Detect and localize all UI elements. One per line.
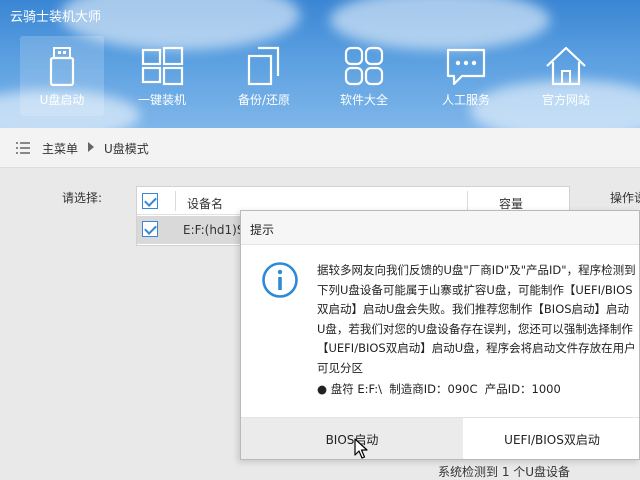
home-icon: [546, 46, 586, 86]
nav-item-one-click-install[interactable]: 一键装机: [120, 36, 204, 116]
nav-label: 人工服务: [441, 93, 490, 107]
dialog-titlebar: 提示: [241, 211, 639, 245]
nav-item-website[interactable]: 官方网站: [524, 36, 608, 116]
dialog-title: 提示: [250, 223, 275, 237]
nav-item-backup-restore[interactable]: 备份/还原: [222, 36, 306, 116]
nav-label: 一键装机: [137, 93, 186, 107]
nav-item-support[interactable]: 人工服务: [424, 36, 508, 116]
message-line: U盘，若我们对您的U盘设备存在误判，您还可以强制选择制作: [317, 321, 633, 336]
dialog-message: 据较多网友向我们反馈的U盘"厂商ID"及"产品ID"，程序检测到 下列U盘设备可能…: [317, 261, 639, 378]
breadcrumb: 主菜单 U盘模式: [0, 128, 640, 168]
main-nav: U盘启动 一键装机 备份/还原 软件大全 人工服务 官方网站: [20, 36, 640, 120]
menu-list-icon: [16, 142, 30, 154]
message-line: 可见分区: [317, 360, 363, 375]
mouse-pointer-icon: [354, 438, 368, 459]
app-header: 云骑士装机大师 U盘启动 一键装机 备份/还原 软件大全 人工服务 官方网站: [0, 0, 640, 128]
app-title: 云骑士装机大师: [10, 10, 102, 25]
operation-info-label: 操作说: [610, 191, 640, 205]
select-all-checkbox[interactable]: [142, 193, 158, 209]
column-header-name: 设备名: [187, 197, 224, 211]
copy-icon: [247, 46, 280, 86]
nav-label: 软件大全: [339, 93, 388, 107]
nav-item-usb-boot[interactable]: U盘启动: [20, 36, 104, 116]
select-label: 请选择:: [62, 191, 103, 205]
nav-item-software[interactable]: 软件大全: [322, 36, 406, 116]
column-divider: [467, 191, 468, 211]
nav-label: 备份/还原: [237, 93, 291, 107]
message-line: 双启动】启动U盘会失败。我们推荐您制作【BIOS启动】启动: [317, 302, 630, 316]
column-divider: [175, 191, 176, 211]
dialog-button-bar: BIOS启动 UEFI/BIOS双启动: [241, 417, 639, 459]
breadcrumb-current: U盘模式: [104, 142, 149, 156]
row-checkbox[interactable]: [142, 221, 158, 237]
bios-boot-button[interactable]: BIOS启动: [241, 418, 463, 459]
message-line: 下列U盘设备可能属于山寨或扩容U盘，可能制作【UEFI/BIOS: [317, 282, 633, 297]
message-line: 【UEFI/BIOS双启动】启动U盘，程序会将启动文件存放在用户: [317, 341, 636, 355]
nav-label: U盘启动: [39, 93, 85, 107]
breadcrumb-arrow-icon: [88, 142, 94, 152]
chat-icon: [446, 48, 486, 86]
device-info-line: ● 盘符 E:F:\ 制造商ID：090C 产品ID：1000: [317, 382, 561, 396]
info-icon: [262, 262, 298, 298]
prompt-dialog: 提示 据较多网友向我们反馈的U盘"厂商ID"及"产品ID"，程序检测到 下列U盘设…: [240, 210, 640, 460]
windows-icon: [141, 46, 184, 86]
device-name-cell: E:F:(hd1)Sl: [183, 223, 248, 237]
breadcrumb-home-link[interactable]: 主菜单: [42, 140, 78, 157]
usb-drive-icon: [49, 47, 75, 87]
nav-label: 官方网站: [541, 93, 590, 107]
apps-grid-icon: [344, 46, 384, 86]
message-line: 据较多网友向我们反馈的U盘"厂商ID"及"产品ID"，程序检测到: [317, 263, 636, 277]
uefi-bios-boot-button[interactable]: UEFI/BIOS双启动: [463, 418, 639, 459]
device-count-status: 系统检测到 1 个U盘设备: [438, 465, 571, 479]
